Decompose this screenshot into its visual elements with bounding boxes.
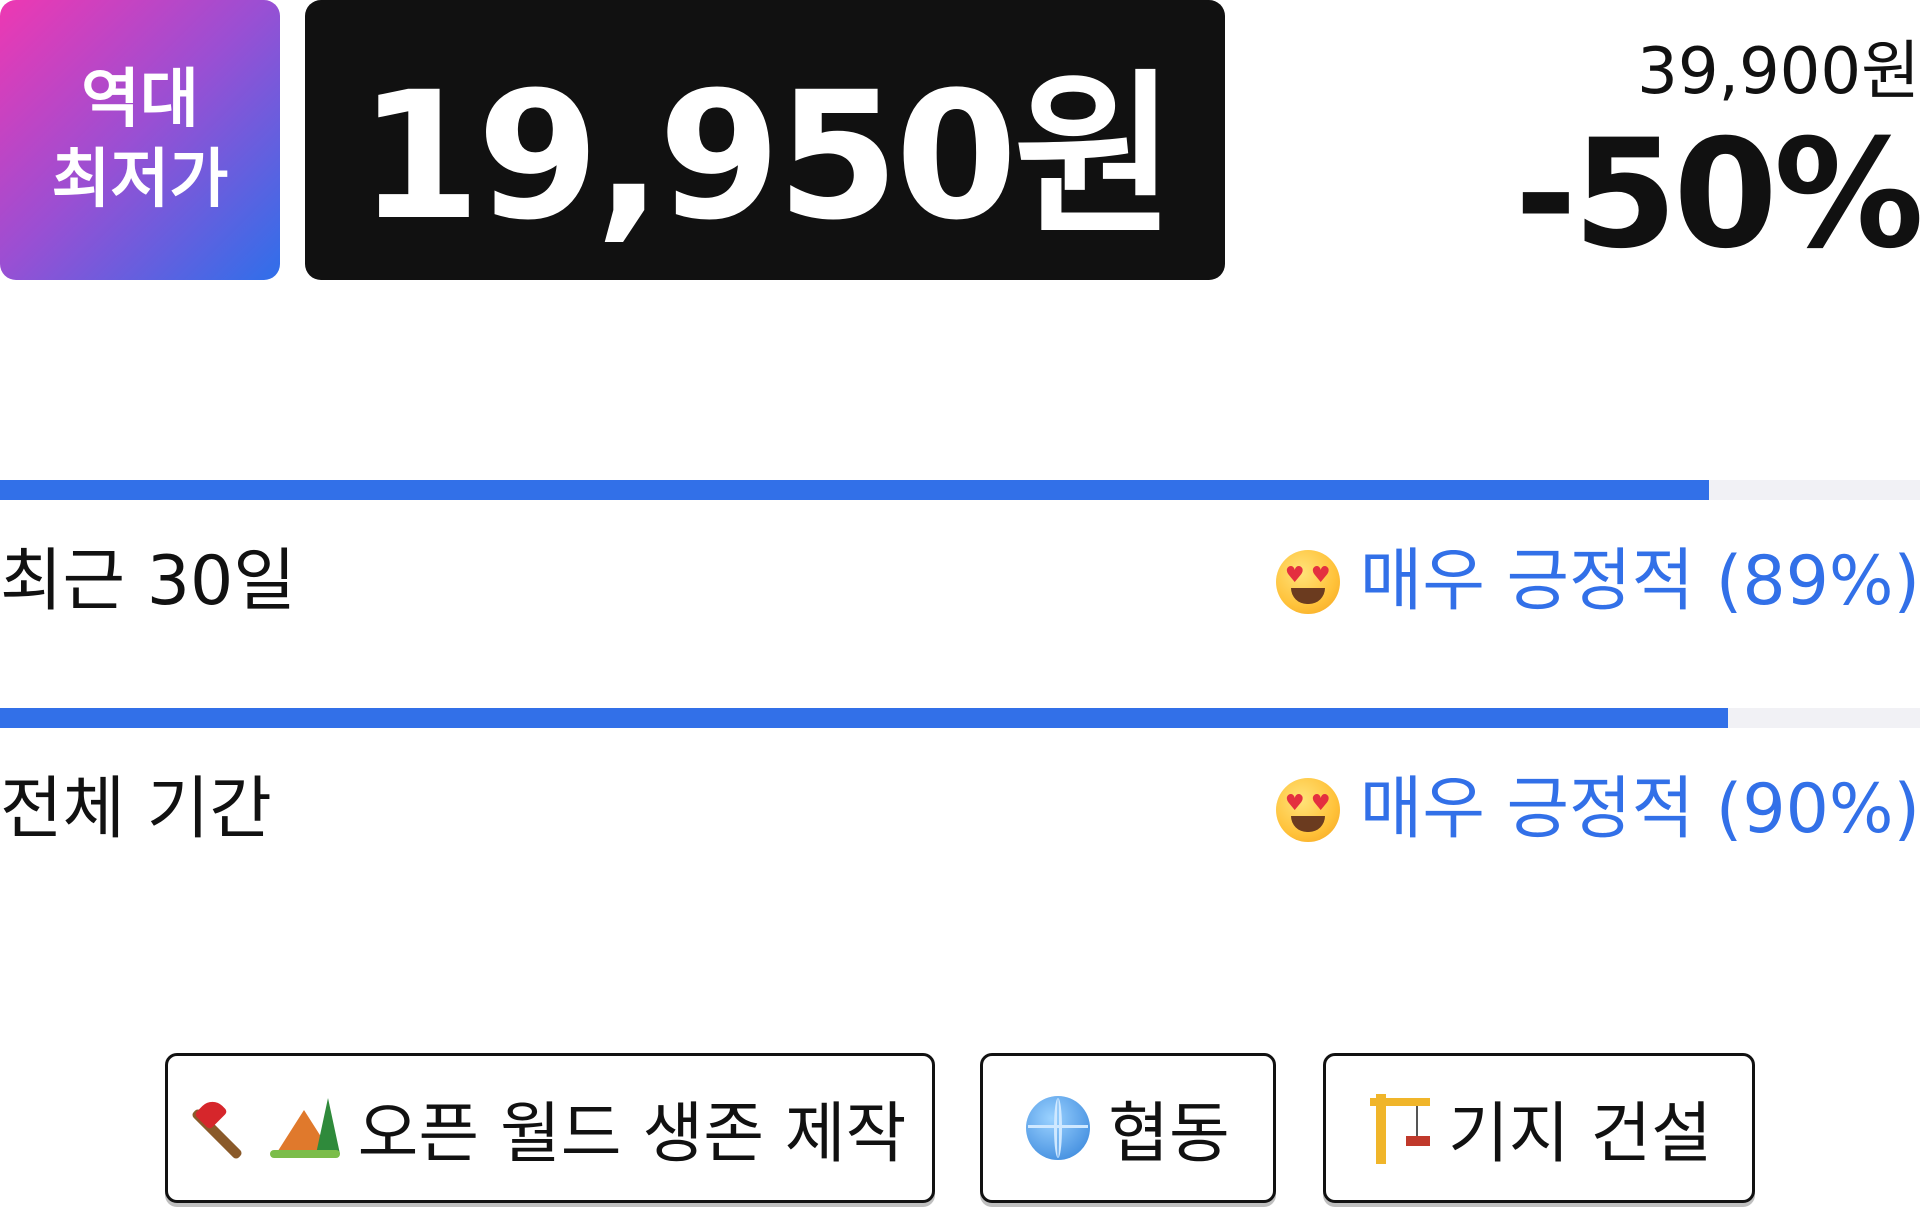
review-bar-all (0, 708, 1920, 728)
review-period-all: 전체 기간 (0, 770, 272, 849)
heart-eyes-icon: ♥ ♥ (1275, 778, 1340, 842)
review-rating-recent-text: 매우 긍정적 (89%) (1359, 542, 1920, 621)
review-bar-all-fill (0, 708, 1728, 728)
badge-line-1: 역대 (81, 63, 199, 137)
tag-label: 협동 (1108, 1095, 1230, 1172)
review-bar-recent-fill (0, 480, 1709, 500)
globe-icon (1026, 1096, 1091, 1160)
review-row-all: 전체 기간 ♥ ♥ 매우 긍정적 (90%) (0, 760, 1920, 860)
sale-price-box: 19,950원 (305, 0, 1225, 280)
heart-eyes-icon: ♥ ♥ (1275, 550, 1340, 614)
review-period-recent: 최근 30일 (0, 542, 296, 621)
sale-price: 19,950원 (358, 53, 1175, 259)
review-rating-recent[interactable]: ♥ ♥ 매우 긍정적 (89%) (1275, 532, 1920, 632)
axe-icon (190, 1096, 252, 1161)
review-rating-all-text: 매우 긍정적 (90%) (1359, 770, 1920, 849)
original-price: 39,900원 (1637, 35, 1920, 109)
camping-icon (269, 1096, 340, 1160)
crane-icon (1366, 1090, 1431, 1166)
tag-label: 오픈 월드 생존 제작 (357, 1095, 907, 1172)
review-row-recent: 최근 30일 ♥ ♥ 매우 긍정적 (89%) (0, 532, 1920, 632)
tag-open-world-survival-crafting[interactable]: 오픈 월드 생존 제작 (165, 1053, 935, 1203)
tag-base-building[interactable]: 기지 건설 (1323, 1053, 1755, 1203)
badge-line-2: 최저가 (51, 143, 229, 217)
review-bar-recent (0, 480, 1920, 500)
review-rating-all[interactable]: ♥ ♥ 매우 긍정적 (90%) (1275, 760, 1920, 860)
discount-percent: -50% (1514, 108, 1920, 282)
tag-label: 기지 건설 (1448, 1095, 1712, 1172)
tag-coop[interactable]: 협동 (980, 1053, 1276, 1203)
lowest-price-badge: 역대 최저가 (0, 0, 280, 280)
